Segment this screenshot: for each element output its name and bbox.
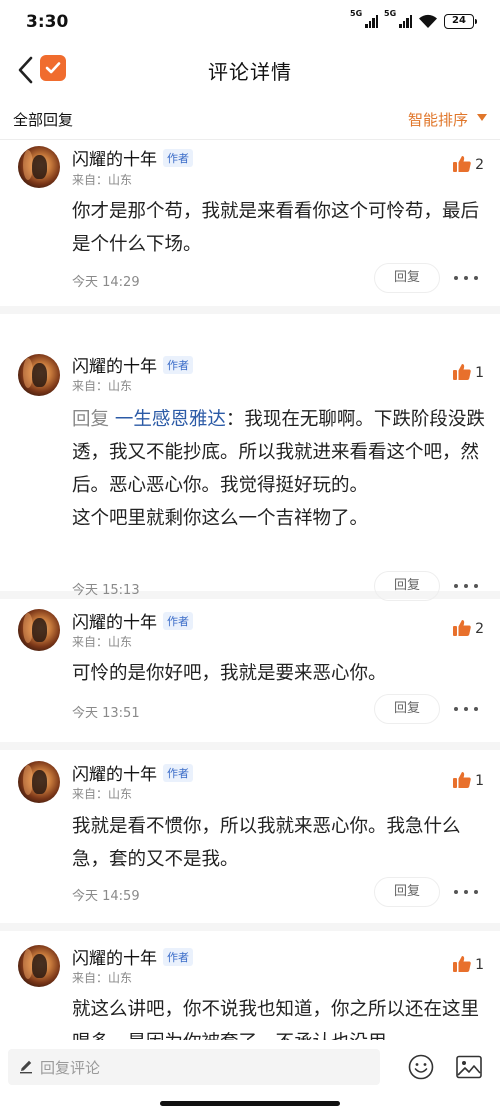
- comment-item: 闪耀的十年作者 来自：山东 1 就这么讲吧，你不说我也知道，你之所以还在这里唱多…: [0, 931, 500, 1040]
- author-badge: 作者: [163, 356, 193, 374]
- location-label: 来自：山东: [72, 635, 133, 649]
- reply-button[interactable]: 回复: [374, 263, 440, 293]
- more-options-icon[interactable]: [454, 268, 478, 288]
- caret-down-icon[interactable]: [477, 114, 487, 121]
- comment-item: 闪耀的十年 作者 来自：山东 2 你才是那个苟，我就是来看看你这个可怜苟，最后是个…: [0, 141, 500, 314]
- title-bar: 评论详情: [0, 44, 500, 96]
- reply-button[interactable]: 回复: [374, 694, 440, 724]
- comment-text: 我就是看不惯你，所以我就来恶心你。我急什么急，套的又不是我。: [72, 810, 486, 876]
- avatar[interactable]: [18, 146, 60, 188]
- location-label: 来自：山东: [72, 379, 133, 393]
- like-count: 1: [475, 957, 484, 973]
- author-badge: 作者: [163, 764, 193, 782]
- thumbs-up-icon: [453, 364, 471, 380]
- location-label: 来自：山东: [72, 787, 133, 801]
- reply-button[interactable]: 回复: [374, 877, 440, 907]
- comment-text: 你才是那个苟，我就是来看看你这个可怜苟，最后是个什么下场。: [72, 195, 486, 261]
- status-bar: 3:30 5G 5G 24: [0, 0, 500, 44]
- username-text: 闪耀的十年: [72, 949, 157, 969]
- comment-time: 今天 15:13: [72, 583, 140, 598]
- avatar[interactable]: [18, 945, 60, 987]
- pencil-icon: [20, 1060, 32, 1074]
- like-button[interactable]: 1: [453, 771, 484, 788]
- more-options-icon[interactable]: [454, 882, 478, 902]
- comment-time: 今天 14:29: [72, 275, 140, 290]
- username[interactable]: 闪耀的十年 作者: [72, 608, 193, 633]
- signal-icon: 5G: [384, 9, 412, 28]
- username[interactable]: 闪耀的十年 作者: [72, 145, 193, 170]
- network-type-label: 5G: [350, 9, 363, 18]
- bottom-bar: 回复评论: [0, 1040, 500, 1111]
- like-count: 1: [475, 773, 484, 789]
- username[interactable]: 闪耀的十年 作者: [72, 944, 193, 969]
- thumbs-up-icon: [453, 620, 471, 636]
- comment-time: 今天 14:59: [72, 889, 140, 904]
- thumbs-up-icon: [453, 956, 471, 972]
- comment-list[interactable]: 闪耀的十年 作者 来自：山东 2 你才是那个苟，我就是来看看你这个可怜苟，最后是个…: [0, 141, 500, 1040]
- wifi-icon: [419, 14, 437, 28]
- comment-body: 就这么讲吧，你不说我也知道，你之所以还在这里唱多，是因为你被套了，不承认也没用: [72, 999, 480, 1040]
- like-count: 1: [475, 365, 484, 381]
- username-text: 闪耀的十年: [72, 357, 157, 377]
- comment-text: 回复 一生感恩雅达：我现在无聊啊。下跌阶段没跌透，我又不能抄底。所以我就进来看看…: [72, 403, 486, 535]
- author-badge: 作者: [163, 948, 193, 966]
- network-type-label: 5G: [384, 9, 397, 18]
- comment-item: 闪耀的十年 作者 来自：山东 1 回复 一生感恩雅达：我现在无聊啊。下跌阶段没跌透…: [0, 314, 500, 601]
- page-title: 评论详情: [208, 60, 292, 84]
- like-button[interactable]: 2: [453, 155, 484, 172]
- all-replies-label: 全部回复: [13, 111, 74, 129]
- comment-time: 今天 13:51: [72, 706, 140, 721]
- status-time: 3:30: [26, 12, 69, 32]
- image-icon[interactable]: [456, 1055, 482, 1079]
- comment-item: 闪耀的十年 作者 来自：山东 1 我就是看不惯你，所以我就来恶心你。我急什么急，套…: [0, 750, 500, 931]
- battery-icon: 24: [444, 13, 477, 29]
- like-button[interactable]: 1: [453, 955, 484, 972]
- avatar[interactable]: [18, 354, 60, 396]
- location-label: 来自：山东: [72, 173, 133, 187]
- author-badge: 作者: [163, 612, 193, 630]
- reply-prefix: 回复: [72, 409, 115, 430]
- thumbs-up-icon: [453, 772, 471, 788]
- reply-input-placeholder: 回复评论: [40, 1059, 101, 1077]
- username[interactable]: 闪耀的十年 作者: [72, 352, 193, 377]
- username-text: 闪耀的十年: [72, 150, 157, 170]
- author-badge: 作者: [163, 149, 193, 167]
- sub-header: 全部回复 智能排序: [0, 100, 500, 140]
- like-button[interactable]: 2: [453, 619, 484, 636]
- status-icons: 5G 5G 24: [350, 9, 477, 29]
- username-text: 闪耀的十年: [72, 765, 157, 785]
- location-label: 来自：山东: [72, 971, 133, 985]
- reply-input[interactable]: 回复评论: [8, 1049, 380, 1085]
- comment-body: 你才是那个苟，我就是来看看你这个可怜苟，最后是个什么下场。: [72, 201, 480, 255]
- reply-button[interactable]: 回复: [374, 571, 440, 601]
- like-count: 2: [475, 621, 484, 637]
- avatar[interactable]: [18, 609, 60, 651]
- username[interactable]: 闪耀的十年 作者: [72, 760, 193, 785]
- username-text: 闪耀的十年: [72, 613, 157, 633]
- reply-to-user-link[interactable]: 一生感恩雅达: [115, 409, 226, 430]
- sort-button[interactable]: 智能排序: [408, 109, 468, 130]
- signal-icon: 5G: [350, 9, 378, 28]
- more-options-icon[interactable]: [454, 699, 478, 719]
- comment-text: 可怜的是你好吧，我就是要来恶心你。: [72, 657, 486, 690]
- home-indicator[interactable]: [160, 1101, 340, 1106]
- comment-body: 我就是看不惯你，所以我就来恶心你。我急什么急，套的又不是我。: [72, 816, 461, 870]
- comment-text: 就这么讲吧，你不说我也知道，你之所以还在这里唱多，是因为你被套了，不承认也没用: [72, 993, 486, 1040]
- avatar[interactable]: [18, 761, 60, 803]
- smiley-icon[interactable]: [408, 1054, 434, 1080]
- comment-item: 闪耀的十年 作者 来自：山东 2 可怜的是你好吧，我就是要来恶心你。 今天 13:…: [0, 599, 500, 750]
- comment-body: 可怜的是你好吧，我就是要来恶心你。: [72, 663, 387, 684]
- thumbs-up-icon: [453, 156, 471, 172]
- like-count: 2: [475, 157, 484, 173]
- like-button[interactable]: 1: [453, 363, 484, 380]
- more-options-icon[interactable]: [454, 576, 478, 596]
